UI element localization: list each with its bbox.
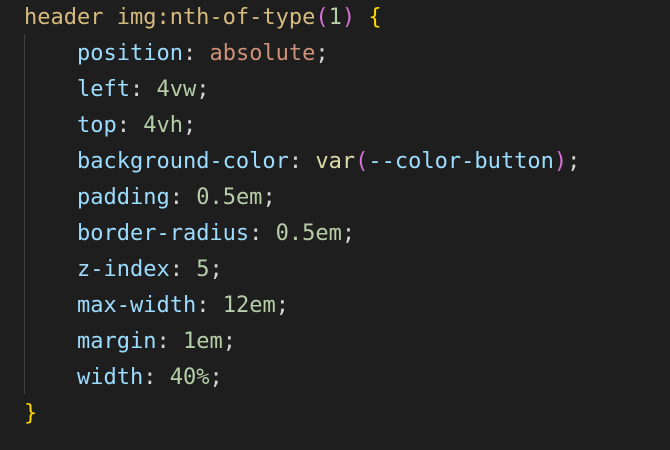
semicolon: ;: [275, 293, 289, 318]
selector-paren-close: ): [341, 5, 356, 30]
colon: :: [116, 113, 130, 138]
code-line-declaration: padding: 0.5em;: [24, 180, 276, 216]
colon: :: [196, 293, 210, 318]
css-property: padding: [76, 185, 170, 210]
semicolon: ;: [222, 329, 236, 354]
close-brace: }: [24, 401, 38, 426]
code-line-declaration: left: 4vw;: [24, 72, 209, 108]
css-value: 5: [196, 257, 210, 282]
css-function: var: [315, 149, 356, 174]
function-paren-close: ): [553, 149, 568, 174]
code-line-declaration: width: 40%;: [24, 360, 223, 396]
function-paren-open: (: [355, 149, 369, 174]
css-property: position: [76, 41, 183, 66]
code-line-declaration: border-radius: 0.5em;: [24, 216, 355, 252]
colon: :: [182, 41, 197, 66]
css-value: 0.5em: [275, 221, 342, 246]
css-value: 4vh: [143, 113, 183, 138]
css-value: 12em: [222, 293, 276, 318]
code-line-declaration: position: absolute;: [24, 36, 329, 72]
css-property: left: [76, 77, 130, 102]
css-property: max-width: [76, 293, 197, 318]
semicolon: ;: [567, 149, 581, 174]
semicolon: ;: [315, 41, 329, 66]
semicolon: ;: [209, 365, 223, 390]
code-line-declaration: background-color: var(--color-button);: [24, 144, 580, 180]
css-property: width: [76, 365, 144, 390]
css-value: absolute: [209, 41, 316, 66]
css-value: 1em: [182, 329, 223, 354]
selector-argument: 1: [328, 5, 342, 30]
css-value: 4vw: [156, 77, 197, 102]
selector-paren-open: (: [315, 5, 329, 30]
code-line-selector: header img:nth-of-type(1) {: [24, 0, 382, 36]
code-line-declaration: z-index: 5;: [24, 252, 223, 288]
semicolon: ;: [196, 77, 210, 102]
code-line-close: }: [24, 396, 37, 432]
colon: :: [169, 257, 183, 282]
semicolon: ;: [262, 185, 276, 210]
code-line-declaration: top: 4vh;: [24, 108, 196, 144]
css-selector: header img:nth-of-type: [24, 5, 316, 30]
css-property: background-color: [76, 149, 289, 174]
colon: :: [249, 221, 263, 246]
code-editor[interactable]: header img:nth-of-type(1) { position: ab…: [0, 0, 670, 450]
semicolon: ;: [209, 257, 223, 282]
code-line-declaration: max-width: 12em;: [24, 288, 289, 324]
css-property: z-index: [76, 257, 170, 282]
css-property: border-radius: [76, 221, 250, 246]
colon: :: [156, 329, 170, 354]
colon: :: [288, 149, 303, 174]
colon: :: [129, 77, 144, 102]
css-value: 40%: [169, 365, 210, 390]
colon: :: [143, 365, 157, 390]
semicolon: ;: [182, 113, 197, 138]
colon: :: [169, 185, 183, 210]
semicolon: ;: [341, 221, 356, 246]
css-variable: --color-button: [368, 149, 554, 174]
css-value: 0.5em: [196, 185, 263, 210]
open-brace: {: [368, 5, 382, 30]
css-property: top: [76, 113, 117, 138]
css-property: margin: [76, 329, 157, 354]
code-line-declaration: margin: 1em;: [24, 324, 236, 360]
